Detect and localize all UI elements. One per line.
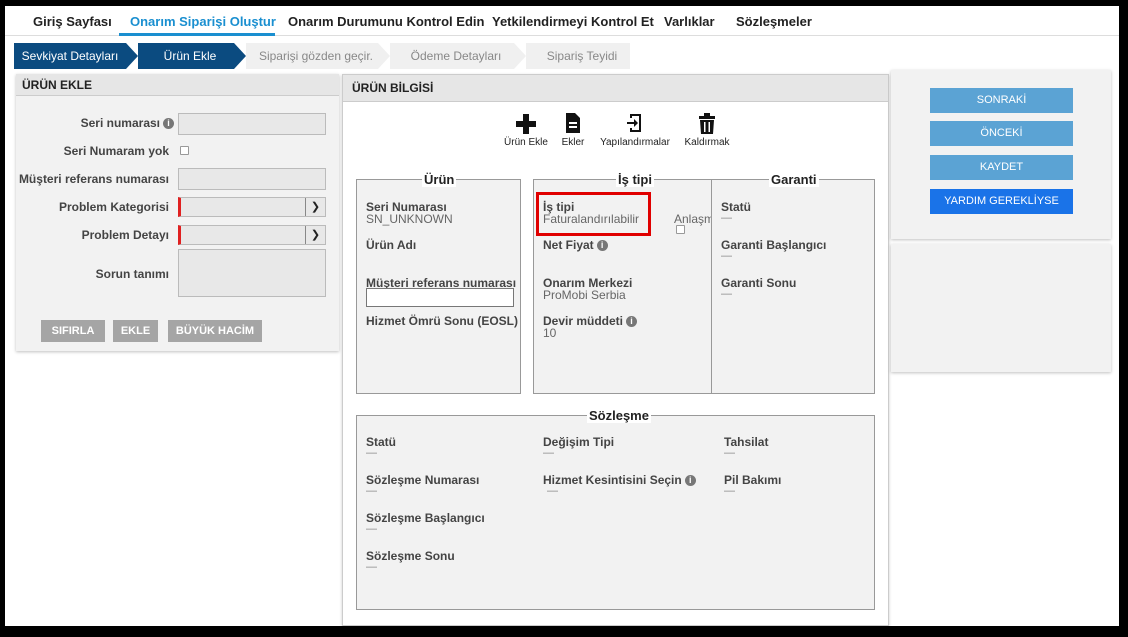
customer-ref-input[interactable] (366, 288, 514, 307)
no-serial-label: Seri Numaram yok (63, 144, 169, 158)
eosl-label: Hizmet Ömrü Sonu (EOSL) (366, 314, 519, 328)
nav-create-repair-order[interactable]: Onarım Siparişi Oluştur (130, 14, 276, 29)
contract-status-value: — (366, 447, 377, 459)
remove-tool[interactable]: Kaldırmak (683, 111, 731, 148)
contract-fieldset: Sözleşme Statü — Sözleşme Numarası — Söz… (356, 408, 875, 610)
warranty-end-value: — (721, 288, 732, 300)
previous-button[interactable]: ÖNCEKİ (930, 121, 1073, 146)
add-product-panel: ÜRÜN EKLE Seri numarası i Seri Numaram yo… (16, 74, 339, 351)
turnaround-value: 10 (543, 326, 557, 340)
issue-description-label: Sorun tanımı (95, 267, 169, 281)
trash-icon (699, 113, 715, 134)
nav-check-repair-status[interactable]: Onarım Durumunu Kontrol Edin (288, 14, 484, 29)
chevron-down-icon: ❯ (305, 226, 325, 244)
product-fieldset: Ürün Seri Numarası SN_UNKNOWN Ürün Adı M… (356, 172, 521, 394)
serial-number-input[interactable] (178, 113, 326, 135)
collection-value: — (724, 447, 735, 459)
agreement-checkbox[interactable] (676, 225, 685, 234)
step-label: Ödeme Detayları (410, 49, 502, 63)
bulk-button[interactable]: BÜYÜK HACİM (168, 320, 262, 342)
configurations-tool-label: Yapılandırmalar (600, 137, 670, 148)
next-button[interactable]: SONRAKİ (930, 88, 1073, 113)
warranty-fieldset: Garanti Statü — Garanti Başlangıcı — Gar… (711, 172, 875, 394)
nav-contracts[interactable]: Sözleşmeler (736, 14, 812, 29)
highlight-box (536, 192, 651, 236)
repair-center-value: ProMobi Serbia (543, 288, 626, 302)
plus-icon (516, 114, 536, 134)
service-outage-value: — (547, 485, 558, 497)
service-outage-label: Hizmet Kesintisini Seçin i (543, 473, 696, 487)
no-serial-checkbox[interactable] (180, 146, 189, 155)
contract-number-label: Sözleşme Numarası (366, 473, 480, 487)
info-icon[interactable]: i (163, 118, 174, 130)
info-icon[interactable]: i (626, 316, 638, 328)
turnaround-label: Devir müddeti i (543, 314, 638, 328)
step-add-product[interactable]: Ürün Ekle (138, 43, 246, 69)
step-shipping-details[interactable]: Sevkiyat Detayları (14, 43, 138, 69)
add-button[interactable]: EKLE (113, 320, 158, 342)
chevron-down-icon: ❯ (305, 198, 325, 216)
agreement-label: Anlaşm (674, 212, 713, 226)
problem-detail-label: Problem Detayı (81, 228, 169, 242)
net-price-label: Net Fiyat i (543, 238, 608, 252)
product-info-panel: ÜRÜN BİLGİSİ Ürün Ekle Ekler Yapılandırm… (342, 74, 889, 626)
actions-panel: SONRAKİ ÖNCEKİ KAYDET YARDIM GEREKLİYSE (891, 70, 1111, 239)
customer-ref-label: Müşteri referans numarası (18, 172, 169, 186)
step-label: Sevkiyat Detayları (21, 49, 119, 63)
warranty-legend: Garanti (769, 172, 819, 187)
app-frame: Giriş Sayfası Onarım Siparişi Oluştur On… (5, 6, 1119, 626)
product-legend: Ürün (422, 172, 457, 187)
remove-tool-label: Kaldırmak (684, 137, 730, 148)
contract-start-label: Sözleşme Başlangıcı (366, 511, 485, 525)
configurations-tool[interactable]: Yapılandırmalar (599, 111, 671, 148)
top-navigation: Giriş Sayfası Onarım Siparişi Oluştur On… (5, 6, 1119, 36)
info-icon[interactable]: i (684, 475, 696, 487)
step-order-confirmation[interactable]: Sipariş Teyidi (526, 43, 630, 69)
serial-number-label: Seri numarası i (81, 116, 174, 130)
nav-assets[interactable]: Varlıklar (664, 14, 715, 29)
save-button[interactable]: KAYDET (930, 155, 1073, 180)
serial-number-value: SN_UNKNOWN (366, 212, 453, 226)
product-name-label: Ürün Adı (366, 238, 417, 252)
battery-service-value: — (724, 485, 735, 497)
warranty-status-value: — (721, 212, 732, 224)
warranty-end-label: Garanti Sonu (721, 276, 797, 290)
customer-ref-input[interactable] (178, 168, 326, 190)
step-review-order[interactable]: Siparişi gözden geçir. (246, 43, 390, 69)
warranty-start-label: Garanti Başlangıcı (721, 238, 827, 252)
exchange-type-value: — (543, 447, 554, 459)
warranty-start-value: — (721, 250, 732, 262)
step-label: Siparişi gözden geçir. (258, 49, 374, 63)
product-info-title: ÜRÜN BİLGİSİ (343, 75, 888, 102)
side-info-panel (891, 244, 1111, 372)
nav-active-underline (119, 33, 275, 36)
step-label: Sipariş Teyidi (546, 49, 618, 63)
help-button[interactable]: YARDIM GEREKLİYSE (930, 189, 1073, 214)
document-icon (566, 113, 580, 133)
config-export-icon (627, 114, 641, 132)
contract-number-value: — (366, 485, 377, 497)
contract-end-label: Sözleşme Sonu (366, 549, 455, 563)
step-label: Ürün Ekle (163, 49, 217, 63)
add-product-tool[interactable]: Ürün Ekle (503, 111, 549, 148)
attachments-tool-label: Ekler (561, 137, 585, 148)
issue-description-textarea[interactable] (178, 249, 326, 297)
job-type-legend: İş tipi (616, 172, 654, 187)
contract-end-value: — (366, 561, 377, 573)
attachments-tool[interactable]: Ekler (559, 111, 587, 148)
step-payment-details[interactable]: Ödeme Detayları (390, 43, 526, 69)
add-product-tool-label: Ürün Ekle (504, 137, 548, 148)
reset-button[interactable]: SIFIRLA (41, 320, 105, 342)
problem-detail-select[interactable]: ❯ (178, 225, 326, 245)
contract-start-value: — (366, 523, 377, 535)
problem-category-select[interactable]: ❯ (178, 197, 326, 217)
add-product-title: ÜRÜN EKLE (16, 74, 339, 96)
info-icon[interactable]: i (596, 240, 608, 252)
nav-check-authorization[interactable]: Yetkilendirmeyi Kontrol Et (492, 14, 654, 29)
problem-category-label: Problem Kategorisi (58, 200, 169, 214)
nav-home[interactable]: Giriş Sayfası (33, 14, 112, 29)
contract-legend: Sözleşme (587, 408, 651, 423)
